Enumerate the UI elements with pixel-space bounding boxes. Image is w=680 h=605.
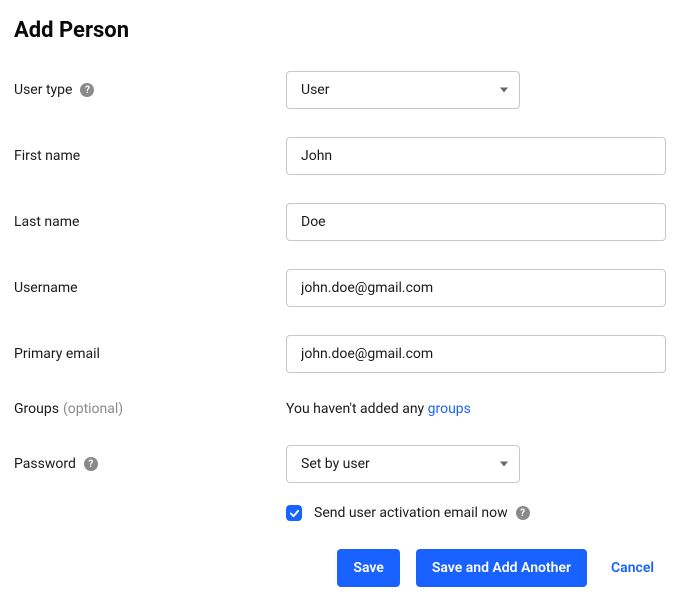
password-select[interactable]: Set by user [286,445,520,483]
password-control: Set by user [286,445,666,483]
last-name-input[interactable] [286,203,666,241]
activation-email-row: Send user activation email now ? [286,505,666,521]
primary-email-label: Primary email [14,346,286,362]
save-and-add-another-button[interactable]: Save and Add Another [416,549,587,587]
groups-label: Groups (optional) [14,401,286,417]
last-name-row: Last name [14,203,666,241]
activation-email-label: Send user activation email now ? [314,505,530,521]
primary-email-label-text: Primary email [14,346,100,362]
last-name-label-text: Last name [14,214,79,230]
primary-email-row: Primary email [14,335,666,373]
help-icon[interactable]: ? [516,506,530,520]
username-label-text: Username [14,280,78,296]
activation-email-checkbox[interactable] [286,505,302,521]
username-control [286,269,666,307]
user-type-row: User type ? User [14,71,666,109]
first-name-input[interactable] [286,137,666,175]
cancel-button[interactable]: Cancel [603,549,662,587]
first-name-row: First name [14,137,666,175]
username-input[interactable] [286,269,666,307]
last-name-label: Last name [14,214,286,230]
password-label: Password ? [14,456,286,472]
primary-email-control [286,335,666,373]
activation-email-label-text: Send user activation email now [314,505,508,521]
user-type-label: User type ? [14,82,286,98]
groups-optional-text: (optional) [63,401,123,417]
username-row: Username [14,269,666,307]
password-row: Password ? Set by user [14,445,666,483]
user-type-select-wrap: User [286,71,520,109]
page-title: Add Person [14,18,666,43]
password-select-wrap: Set by user [286,445,520,483]
user-type-select[interactable]: User [286,71,520,109]
user-type-label-text: User type [14,82,72,98]
save-button[interactable]: Save [337,549,399,587]
password-label-text: Password [14,456,76,472]
help-icon[interactable]: ? [84,457,98,471]
first-name-control [286,137,666,175]
groups-row: Groups (optional) You haven't added any … [14,401,666,417]
help-icon[interactable]: ? [80,83,94,97]
primary-email-input[interactable] [286,335,666,373]
button-row: Save Save and Add Another Cancel [14,549,666,587]
first-name-label-text: First name [14,148,80,164]
username-label: Username [14,280,286,296]
groups-empty-prefix: You haven't added any [286,401,428,417]
user-type-control: User [286,71,666,109]
groups-link[interactable]: groups [428,401,471,417]
last-name-control [286,203,666,241]
check-icon [289,508,300,519]
groups-label-text: Groups [14,401,59,417]
first-name-label: First name [14,148,286,164]
groups-empty-text: You haven't added any groups [286,401,666,417]
